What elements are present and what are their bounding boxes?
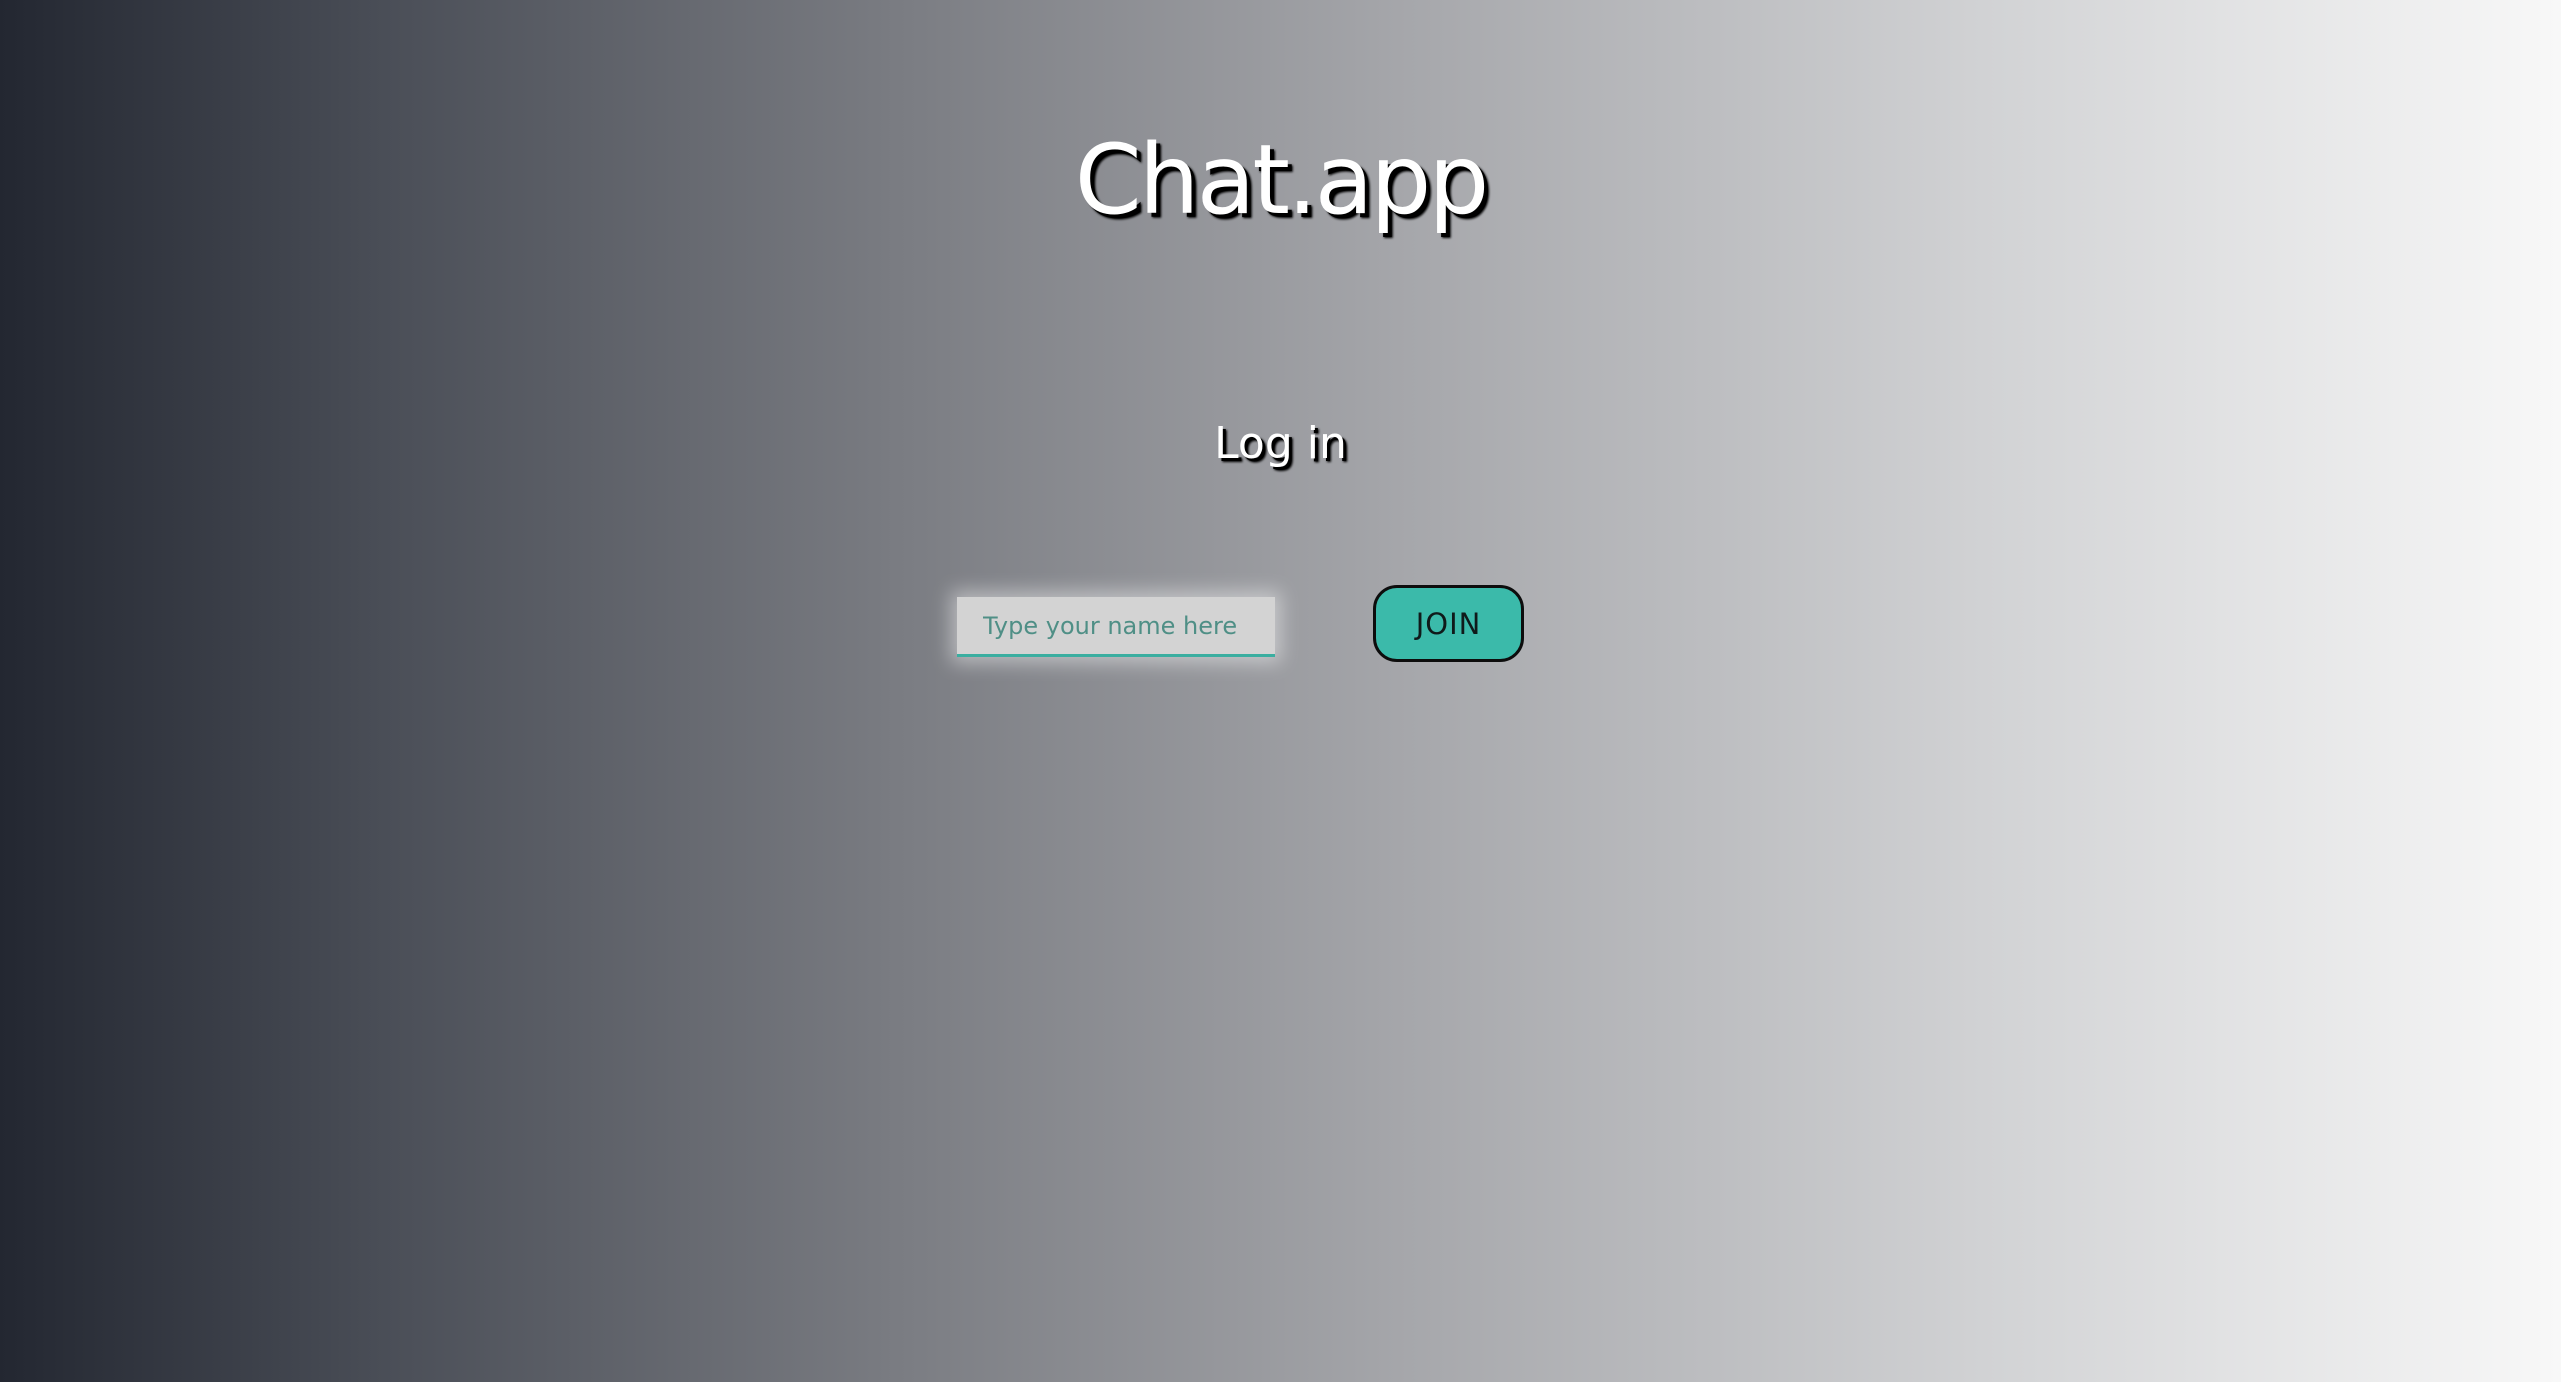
login-heading: Log in: [1214, 418, 1347, 469]
name-input[interactable]: [957, 597, 1275, 657]
app-title: Chat.app: [1074, 124, 1490, 236]
join-button[interactable]: JOIN: [1373, 585, 1524, 662]
